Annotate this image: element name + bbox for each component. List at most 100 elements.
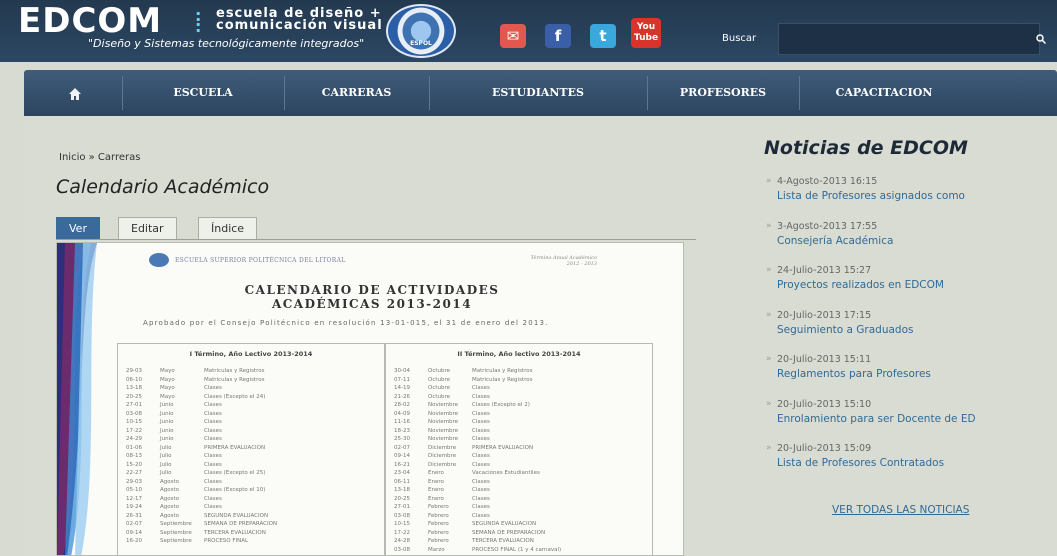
calendar-month: Febrero xyxy=(428,512,449,519)
calendar-row: 09-14 Septiembre TERCERA EVALUACIÓN xyxy=(126,530,382,539)
term-2-box: II Término, Año lectivo 2013-2014 30-04 O… xyxy=(385,343,653,556)
calendar-row: 22-27 Julio Clases (Excepto el 25) xyxy=(126,470,382,479)
tab-indice[interactable]: Índice xyxy=(198,217,258,239)
calendar-month: Noviembre xyxy=(428,410,459,417)
news-link[interactable]: Lista de Profesores asignados como xyxy=(764,190,1057,202)
calendar-dates: 13-18 xyxy=(394,487,410,493)
calendar-activity: Clases xyxy=(472,419,490,425)
calendar-dates: 02-07 xyxy=(126,521,142,527)
calendar-row: 29-03 Agosto Clases xyxy=(126,479,382,488)
calendar-activity: Clases xyxy=(472,453,490,459)
calendar-dates: 27-01 xyxy=(394,504,410,510)
term-1-rows: 29-03 Mayo Matrículas y Registros 06-10 Mayo… xyxy=(126,368,382,547)
calendar-dates: 26-31 xyxy=(126,512,142,519)
calendar-month: Enero xyxy=(428,495,444,502)
main-nav: ESCUELA CARRERAS ESTUDIANTES PROFESORES … xyxy=(24,70,1057,116)
calendar-row: 27-01 Febrero Clases xyxy=(394,504,650,513)
calendar-activity: Clases xyxy=(472,427,490,434)
calendar-row: 13-18 Mayo Clases xyxy=(126,385,382,394)
home-icon[interactable] xyxy=(68,86,82,100)
tab-divider xyxy=(56,239,696,240)
tab-editar[interactable]: Editar xyxy=(118,217,177,239)
twitter-icon[interactable]: t xyxy=(590,24,616,48)
calendar-dates: 02-07 xyxy=(394,444,410,451)
news-link[interactable]: Proyectos realizados en EDCOM xyxy=(764,279,1057,291)
calendar-dates: 28-02 xyxy=(394,402,410,408)
calendar-month: Julio xyxy=(160,444,172,451)
calendar-month: Julio xyxy=(160,470,172,476)
calendar-row: 02-07 Diciembre PRIMERA EVALUACIÓN xyxy=(394,445,650,454)
calendar-dates: 05-10 xyxy=(126,487,142,493)
nav-item-carreras[interactable]: CARRERAS xyxy=(284,70,429,116)
nav-item-capacitacion[interactable]: CAPACITACION xyxy=(799,70,969,116)
calendar-activity: Clases xyxy=(204,410,222,417)
search-icon[interactable] xyxy=(1036,33,1047,47)
calendar-dates: 09-14 xyxy=(394,453,410,459)
news-item: 20-Julio-2013 15:09 Lista de Profesores C… xyxy=(764,443,1057,469)
calendar-activity: Clases xyxy=(204,402,222,408)
calendar-dates: 29-03 xyxy=(126,368,142,374)
search-input[interactable] xyxy=(778,23,1040,55)
calendar-dates: 15-20 xyxy=(126,461,142,468)
news-link[interactable]: Seguimiento a Graduados xyxy=(764,324,1057,336)
calendar-activity: Clases (Excepto el 24) xyxy=(204,393,266,400)
news-link[interactable]: Enrolamiento para ser Docente de ED xyxy=(764,413,1057,425)
calendar-dates: 03-08 xyxy=(126,410,142,417)
news-date: 3-Agosto-2013 17:55 xyxy=(764,221,1057,232)
calendar-month: Marzo xyxy=(428,546,445,553)
news-date: 20-Julio-2013 15:10 xyxy=(764,399,1057,410)
facebook-icon[interactable]: f xyxy=(545,24,571,48)
news-link[interactable]: Lista de Profesores Contratados xyxy=(764,457,1057,469)
calendar-row: 08-13 Julio Clases xyxy=(126,453,382,462)
document-year-note: Término Anual Académico 2012 - 2013 xyxy=(530,255,597,267)
calendar-dates: 25-30 xyxy=(394,436,410,442)
calendar-row: 12-17 Agosto Clases xyxy=(126,496,382,505)
calendar-activity: SEMANA DE PREPARACIÓN xyxy=(204,521,278,527)
calendar-dates: 06-10 xyxy=(126,376,142,383)
search-label: Buscar xyxy=(722,33,757,44)
calendar-row: 28-02 Noviembre Clases (Excepto el 2) xyxy=(394,402,650,411)
news-date: 20-Julio-2013 15:11 xyxy=(764,354,1057,365)
nav-item-escuela[interactable]: ESCUELA xyxy=(122,70,284,116)
calendar-activity: Clases xyxy=(472,461,490,468)
calendar-month: Agosto xyxy=(160,478,180,485)
news-link[interactable]: Reglamentos para Profesores xyxy=(764,368,1057,380)
calendar-row: 24-29 Junio Clases xyxy=(126,436,382,445)
news-date: 20-Julio-2013 15:09 xyxy=(764,443,1057,454)
nav-item-estudiantes[interactable]: ESTUDIANTES xyxy=(429,70,647,116)
calendar-dates: 03-08 xyxy=(394,546,410,553)
document-decoration xyxy=(57,243,97,555)
calendar-row: 30-04 Octubre Matrículas y Registros xyxy=(394,368,650,377)
calendar-activity: Clases xyxy=(472,487,490,493)
news-link[interactable]: Consejería Académica xyxy=(764,235,1057,247)
calendar-row: 20-25 Mayo Clases (Excepto el 24) xyxy=(126,394,382,403)
calendar-activity: Clases xyxy=(204,461,222,468)
calendar-activity: TERCERA EVALUACIÓN xyxy=(204,529,266,536)
calendar-row: 09-14 Diciembre Clases xyxy=(394,453,650,462)
term-1-box: I Término, Año Lectivo 2013-2014 29-03 Ma… xyxy=(117,343,385,555)
calendar-row: 02-07 Septiembre SEMANA DE PREPARACIÓN xyxy=(126,521,382,530)
calendar-dates: 17-22 xyxy=(394,529,410,536)
mail-icon[interactable]: ✉ xyxy=(500,24,526,48)
calendar-dates: 11-16 xyxy=(394,419,410,425)
logo-subtitle: escuela de diseño + comunicación visual xyxy=(216,7,396,32)
nav-item-profesores[interactable]: PROFESORES xyxy=(647,70,799,116)
youtube-icon[interactable]: You Tube xyxy=(631,18,661,48)
breadcrumb[interactable]: Inicio » Carreras xyxy=(59,152,140,163)
calendar-dates: 16-21 xyxy=(394,461,410,468)
calendar-row: 07-11 Octubre Matrículas y Registros xyxy=(394,377,650,386)
calendar-row: 25-30 Noviembre Clases xyxy=(394,436,650,445)
news-date: 20-Julio-2013 17:15 xyxy=(764,310,1057,321)
calendar-month: Junio xyxy=(160,427,174,434)
all-news-link[interactable]: VER TODAS LAS NOTICIAS xyxy=(832,504,969,516)
site-logo[interactable]: EDCOM :: escuela de diseño + comunicació… xyxy=(18,4,382,38)
news-item: 4-Agosto-2013 16:15 Lista de Profesores a… xyxy=(764,176,1057,202)
calendar-dates: 16-20 xyxy=(126,538,142,544)
calendar-row: 27-01 Junio Clases xyxy=(126,402,382,411)
calendar-row: 03-08 Marzo PROCESO FINAL (1 y 4 carnaval) xyxy=(394,547,650,556)
calendar-row: 19-24 Agosto Clases xyxy=(126,504,382,513)
calendar-activity: Clases xyxy=(204,385,222,391)
calendar-month: Octubre xyxy=(428,376,451,383)
calendar-activity: TERCERA EVALUACIÓN xyxy=(472,538,534,544)
tab-ver[interactable]: Ver xyxy=(56,217,100,239)
